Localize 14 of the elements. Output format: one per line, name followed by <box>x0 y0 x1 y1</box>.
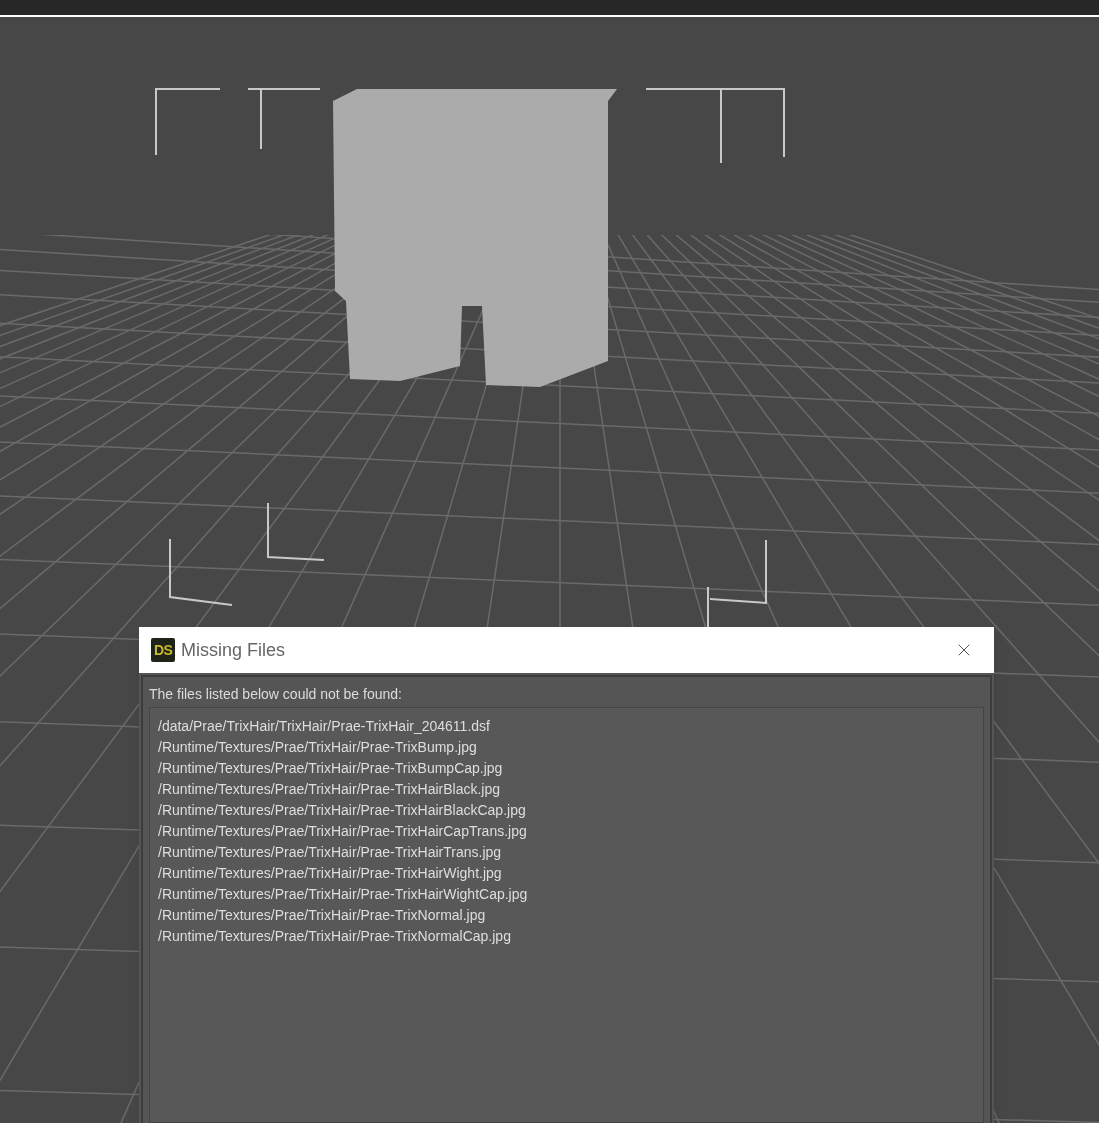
file-path: /Runtime/Textures/Prae/TrixHair/Prae-TrixHairCapTrans.jpg <box>158 822 528 841</box>
file-path: /Runtime/Textures/Prae/TrixHair/Prae-TrixBumpCap.jpg <box>158 759 504 778</box>
file-path: /data/Prae/TrixHair/TrixHair/Prae-TrixHair_204611.dsf <box>158 717 491 736</box>
message-text: The files listed below could not be found: <box>149 685 403 703</box>
file-path: /Runtime/Textures/Prae/TrixHair/Prae-TrixHairBlackCap.jpg <box>158 801 527 820</box>
file-path: /Runtime/Textures/Prae/TrixHair/Prae-TrixHairTrans.jpg <box>158 843 503 862</box>
file-path: /Runtime/Textures/Prae/TrixHair/Prae-TrixBump.jpg <box>158 738 478 757</box>
app-logo-icon: DS <box>151 638 175 662</box>
window-title: Missing Files <box>181 638 286 662</box>
file-path: /Runtime/Textures/Prae/TrixHair/Prae-TrixHairWight.jpg <box>158 864 503 883</box>
file-path: /Runtime/Textures/Prae/TrixHair/Prae-TrixNormalCap.jpg <box>158 927 512 946</box>
file-path: /Runtime/Textures/Prae/TrixHair/Prae-TrixHairWightCap.jpg <box>158 885 529 904</box>
file-path: /Runtime/Textures/Prae/TrixHair/Prae-TrixNormal.jpg <box>158 906 487 925</box>
file-path: /Runtime/Textures/Prae/TrixHair/Prae-TrixHairBlack.jpg <box>158 780 502 799</box>
